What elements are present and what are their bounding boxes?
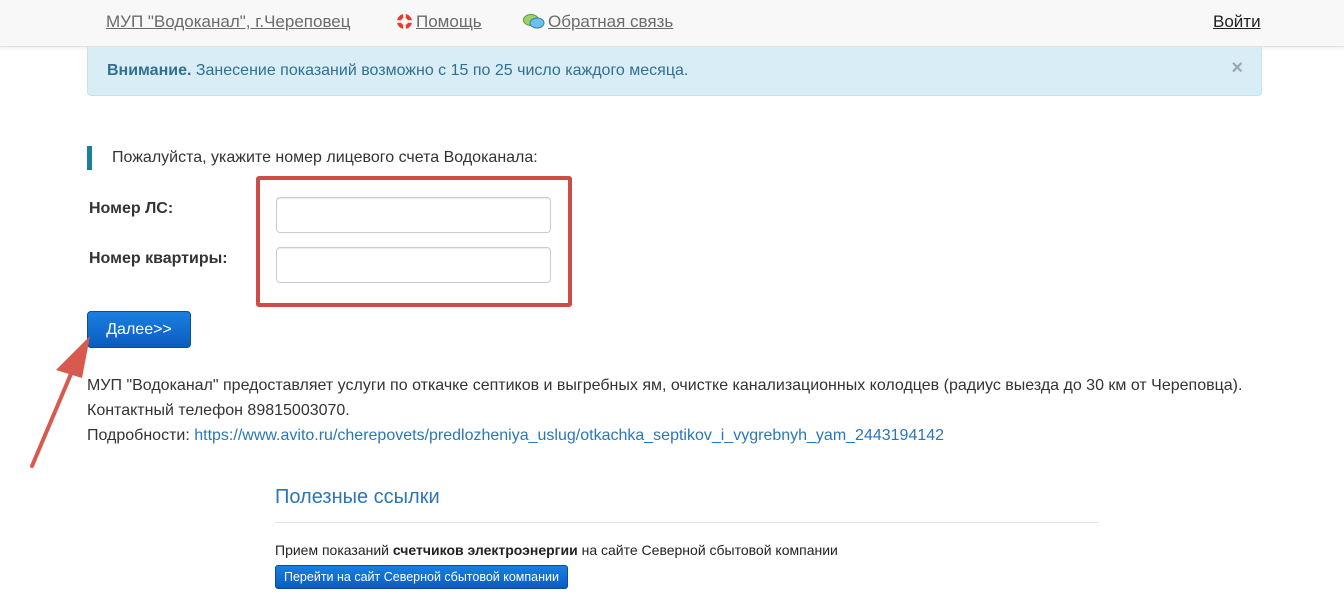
top-navbar: МУП "Водоканал", г.Череповец Помощь Обра…: [0, 0, 1344, 47]
avito-link[interactable]: https://www.avito.ru/cherepovets/predloz…: [194, 427, 944, 444]
alert-message: Внимание. Занесение показаний возможно с…: [107, 62, 688, 80]
alert-body: Занесение показаний возможно с 15 по 25 …: [191, 62, 689, 79]
lifebuoy-icon: [396, 13, 413, 35]
account-prompt: Пожалуйста, укажите номер лицевого счета…: [87, 146, 538, 170]
help-link-label: Помощь: [416, 12, 482, 31]
services-description: МУП "Водоканал" предоставляет услуги по …: [87, 377, 1243, 419]
useful-links-divider: [275, 522, 1099, 523]
electricity-meters-text: Прием показаний счетчиков электроэнергии…: [275, 542, 838, 558]
alert-close-button[interactable]: ×: [1231, 58, 1243, 78]
apartment-number-input[interactable]: [276, 247, 551, 283]
chat-bubbles-icon: [523, 13, 545, 35]
account-number-label: Номер ЛС:: [89, 200, 174, 217]
info-alert: Внимание. Занесение показаний возможно с…: [87, 47, 1262, 96]
details-line: Подробности: https://www.avito.ru/cherep…: [87, 423, 1267, 448]
feedback-link[interactable]: Обратная связь: [523, 12, 673, 35]
next-button[interactable]: Далее>>: [87, 311, 191, 348]
account-number-input[interactable]: [276, 197, 551, 233]
login-link[interactable]: Войти: [1213, 12, 1261, 32]
inputs-highlight-frame: [256, 176, 572, 307]
help-link[interactable]: Помощь: [396, 12, 482, 35]
apartment-number-label: Номер квартиры:: [89, 250, 228, 267]
details-label: Подробности:: [87, 427, 195, 444]
feedback-link-label: Обратная связь: [548, 12, 674, 31]
electricity-text-after: на сайте Северной сбытовой компании: [577, 542, 838, 558]
goto-ssk-button[interactable]: Перейти на сайт Северной сбытовой компан…: [275, 565, 568, 589]
electricity-text-bold: счетчиков электроэнергии: [392, 542, 578, 558]
org-home-link[interactable]: МУП "Водоканал", г.Череповец: [106, 12, 350, 32]
useful-links-title: Полезные ссылки: [275, 486, 440, 508]
alert-strong: Внимание.: [107, 62, 192, 79]
red-arrow-annotation: [30, 336, 90, 468]
electricity-text-before: Прием показаний: [275, 542, 393, 558]
services-info: МУП "Водоканал" предоставляет услуги по …: [87, 373, 1267, 448]
